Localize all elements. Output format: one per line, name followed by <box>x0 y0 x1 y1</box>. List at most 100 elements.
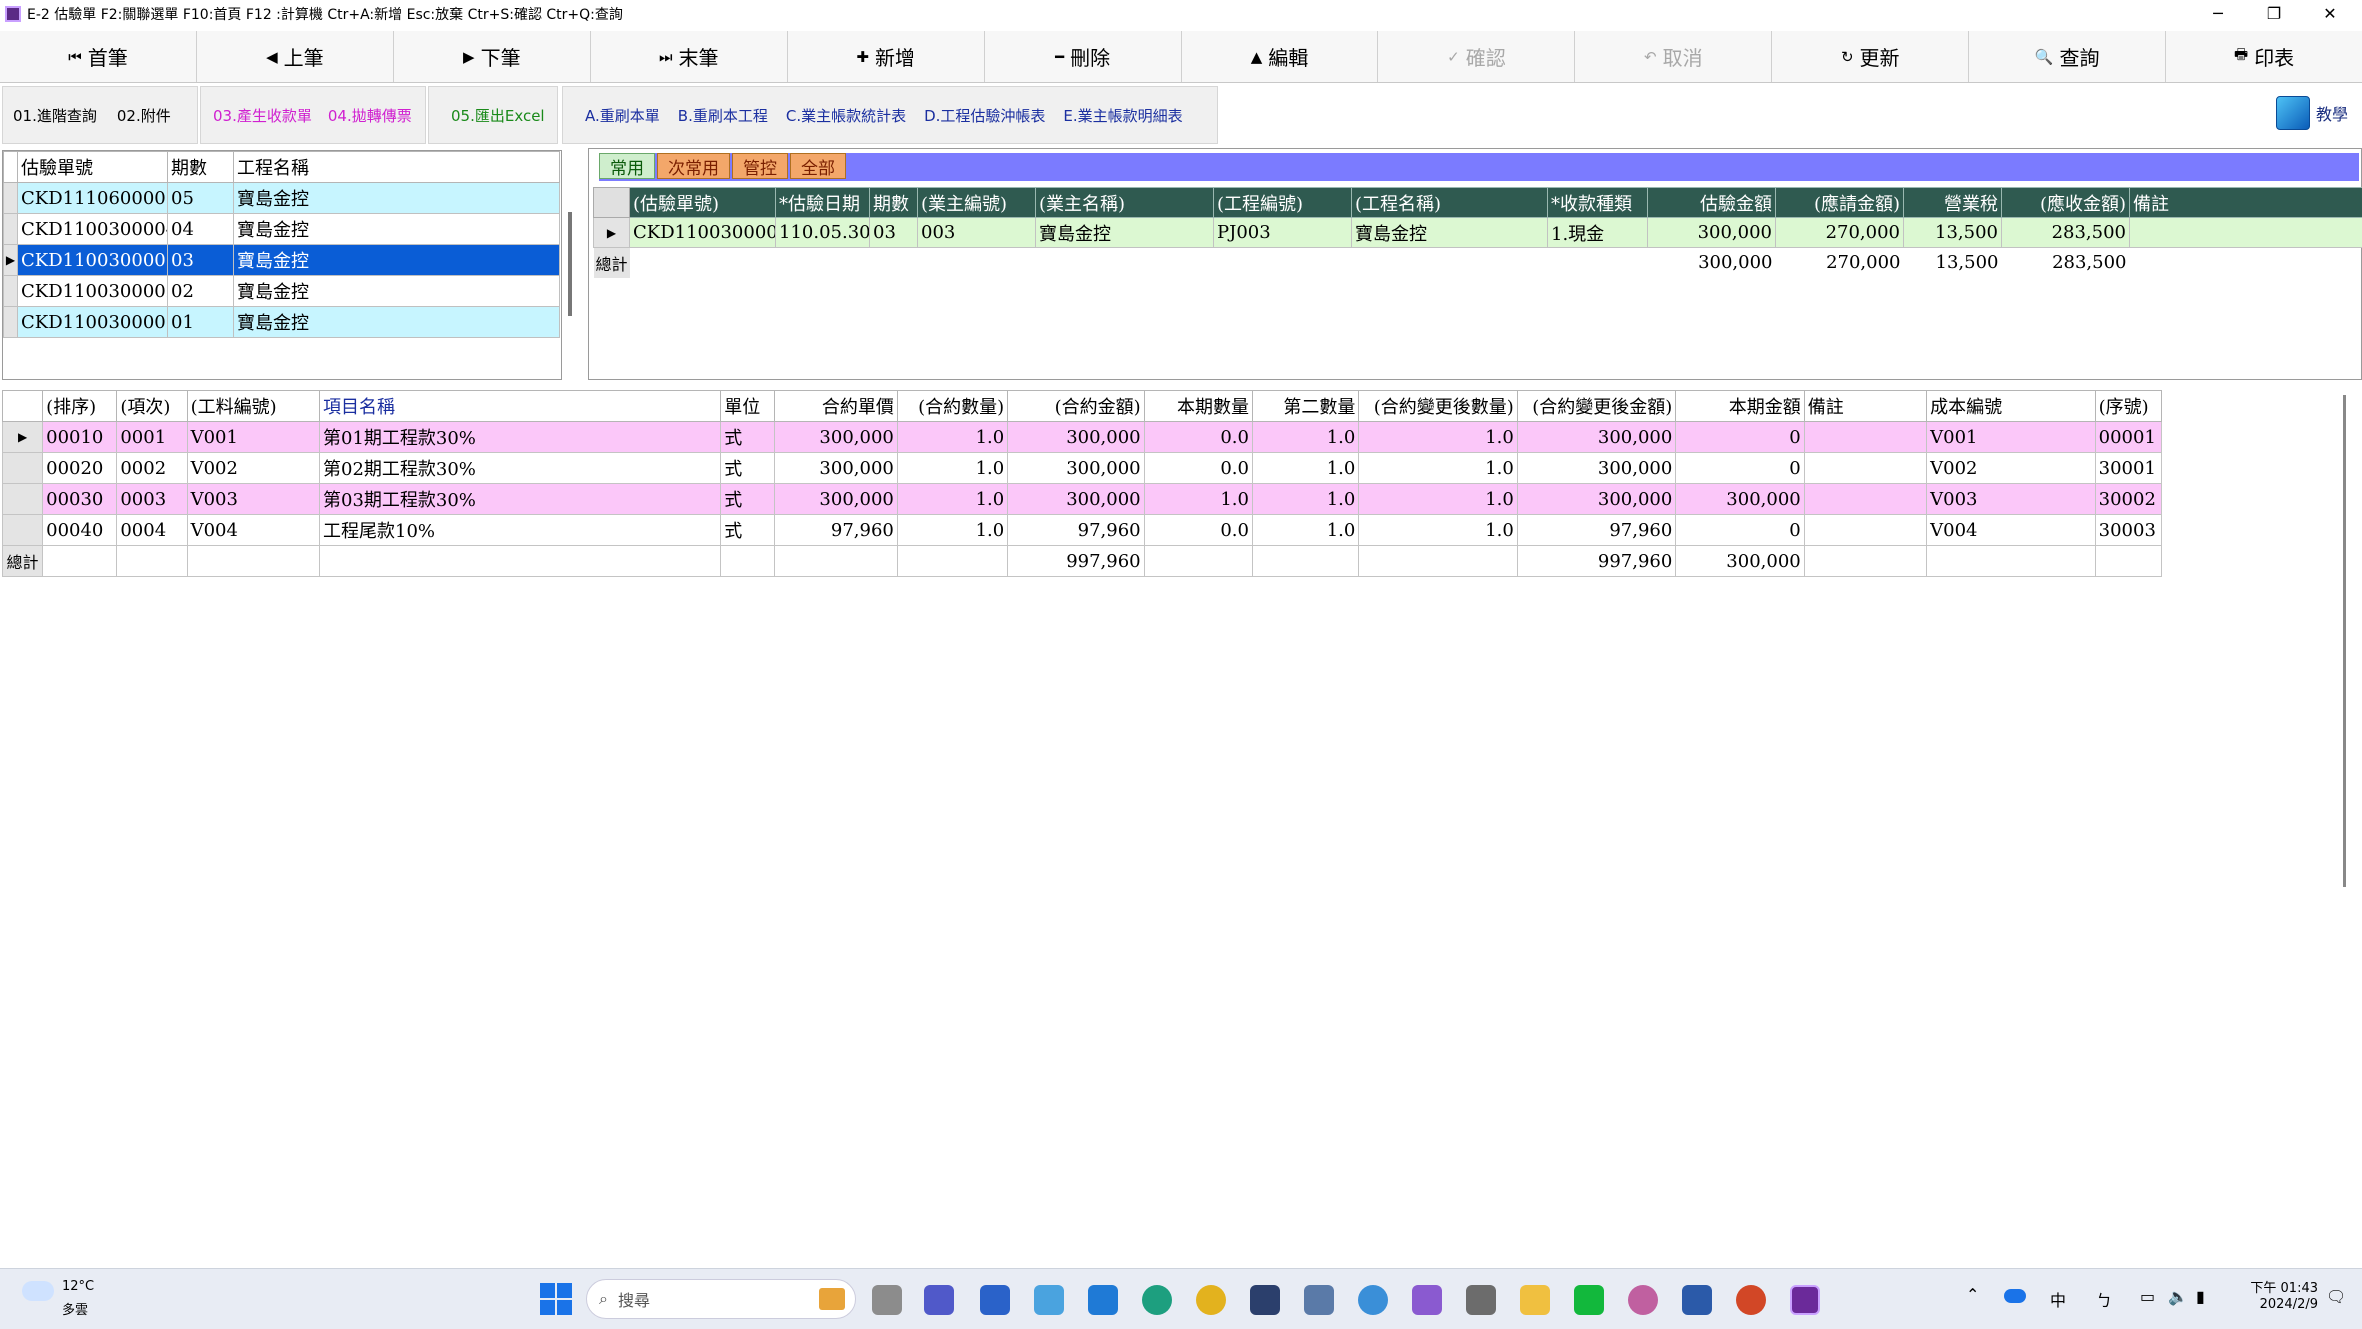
query-button[interactable]: 🔍 查詢 <box>1969 31 2167 82</box>
detail-row[interactable]: 00020 0002 V002 第02期工程款30% 式 300,000 1.0… <box>1 452 2163 484</box>
onedrive-icon[interactable] <box>2004 1289 2026 1303</box>
col-header[interactable]: 第二數量 <box>1251 390 1360 422</box>
col-header[interactable]: 本期數量 <box>1143 390 1253 422</box>
detail-row[interactable]: 00040 0004 V004 工程尾款10% 式 97,960 1.0 97,… <box>1 514 2163 546</box>
report-link-a[interactable]: A.重刷本單 <box>585 105 660 126</box>
powerpoint-icon[interactable] <box>1736 1285 1766 1315</box>
col-header-period[interactable]: 期數 <box>167 151 234 183</box>
chart-app-icon[interactable] <box>1304 1285 1334 1315</box>
col-header[interactable]: (業主名稱) <box>1035 187 1214 218</box>
col-header-project-name[interactable]: 工程名稱 <box>233 151 560 183</box>
photos-icon[interactable] <box>1034 1285 1064 1315</box>
edge-icon[interactable] <box>1142 1285 1172 1315</box>
col-header[interactable]: 期數 <box>869 187 918 218</box>
list-row[interactable]: CKD1100300001 01 寶島金控 <box>3 306 560 338</box>
clock-date[interactable]: 2024/2/9 <box>2238 1297 2318 1312</box>
col-header[interactable]: (合約數量) <box>896 390 1009 422</box>
col-header[interactable]: 項目名稱 <box>318 390 722 422</box>
detail-row[interactable]: 00030 0003 V003 第03期工程款30% 式 300,000 1.0… <box>1 483 2163 515</box>
clock-time[interactable]: 下午 01:43 <box>2238 1277 2318 1296</box>
export-excel-link[interactable]: 05.匯出Excel <box>451 105 545 126</box>
list-row[interactable]: CKD1100300004 04 寶島金控 <box>3 213 560 245</box>
post-voucher-link[interactable]: 04.拋轉傳票 <box>328 105 412 126</box>
confirm-button[interactable]: ✓ 確認 <box>1378 31 1576 82</box>
col-header[interactable]: (合約變更後數量) <box>1358 390 1518 422</box>
network-icon[interactable]: ▭ <box>2140 1287 2155 1306</box>
erp-app-icon[interactable] <box>1790 1285 1820 1315</box>
windows-start-icon[interactable] <box>540 1283 572 1315</box>
col-header[interactable]: (應請金額) <box>1775 187 1904 218</box>
word-icon[interactable] <box>1682 1285 1712 1315</box>
col-header[interactable]: 成本編號 <box>1926 390 2096 422</box>
col-header[interactable]: (業主編號) <box>917 187 1036 218</box>
col-header[interactable]: 估驗金額 <box>1647 187 1776 218</box>
col-header[interactable]: (工料編號) <box>186 390 321 422</box>
tutorial-button[interactable]: 教學 <box>2275 96 2348 130</box>
col-header[interactable]: (項次) <box>116 390 188 422</box>
ime-indicator[interactable]: 中 <box>2050 1287 2066 1311</box>
col-header[interactable]: 備註 <box>2129 187 2362 218</box>
notification-icon[interactable]: 🗨 <box>2326 1287 2346 1306</box>
globe-icon[interactable] <box>1358 1285 1388 1315</box>
chrome-icon[interactable] <box>1196 1285 1226 1315</box>
maximize-button[interactable]: ❐ <box>2246 0 2302 27</box>
report-link-b[interactable]: B.重刷本工程 <box>678 105 768 126</box>
tab-control[interactable]: 管控 <box>732 153 788 179</box>
taskview-icon[interactable] <box>872 1285 902 1315</box>
refresh-button[interactable]: ↻ 更新 <box>1772 31 1970 82</box>
col-header[interactable]: *估驗日期 <box>775 187 870 218</box>
close-button[interactable]: ✕ <box>2302 0 2358 27</box>
list-row-selected[interactable]: ▶ CKD1100300003 03 寶島金控 <box>3 244 560 276</box>
col-header[interactable]: (序號) <box>2094 390 2163 422</box>
col-header-estimate-no[interactable]: 估驗單號 <box>17 151 168 183</box>
next-record-button[interactable]: ▶ 下筆 <box>393 31 591 82</box>
app-icon-round[interactable] <box>1628 1285 1658 1315</box>
visual-studio-icon[interactable] <box>1412 1285 1442 1315</box>
col-header[interactable]: (應收金額) <box>2001 187 2130 218</box>
print-button[interactable]: 🖶 印表 <box>2166 31 2362 82</box>
last-record-button[interactable]: ⏭ 末筆 <box>590 31 788 82</box>
store-icon[interactable] <box>1088 1285 1118 1315</box>
cancel-button[interactable]: ↶ 取消 <box>1575 31 1773 82</box>
list-scrollbar[interactable] <box>568 212 572 316</box>
col-header[interactable]: (合約金額) <box>1007 390 1145 422</box>
col-header[interactable]: 備註 <box>1803 390 1928 422</box>
detail-scrollbar[interactable] <box>2343 395 2346 887</box>
col-header[interactable]: (估驗單號) <box>629 187 776 218</box>
tools-icon[interactable] <box>1466 1285 1496 1315</box>
chevron-up-icon[interactable]: ⌃ <box>1966 1285 1979 1304</box>
col-header[interactable]: (合約變更後金額) <box>1516 390 1677 422</box>
tab-secondary[interactable]: 次常用 <box>657 153 730 179</box>
col-header[interactable]: (工程編號) <box>1213 187 1352 218</box>
list-row[interactable]: CKD1100300002 02 寶島金控 <box>3 275 560 307</box>
app-icon-dark[interactable] <box>1250 1285 1280 1315</box>
tab-common[interactable]: 常用 <box>599 153 655 179</box>
header-grid-row[interactable]: ▶ CKD1100300003 110.05.30 03 003 寶島金控 PJ… <box>593 217 2362 248</box>
detail-row[interactable]: ▶ 00010 0001 V001 第01期工程款30% 式 300,000 1… <box>1 421 2163 453</box>
list-row[interactable]: CKD1110600001 05 寶島金控 <box>3 182 560 214</box>
delete-button[interactable]: ━ 刪除 <box>984 31 1182 82</box>
col-header[interactable]: 營業稅 <box>1903 187 2002 218</box>
teams-icon[interactable] <box>924 1285 954 1315</box>
advanced-query-link[interactable]: 01.進階查詢 <box>13 105 97 126</box>
col-header[interactable]: (排序) <box>42 390 118 422</box>
tab-all[interactable]: 全部 <box>790 153 846 179</box>
first-record-button[interactable]: ⏮ 首筆 <box>0 31 197 82</box>
taskbar-search[interactable]: ⌕ 搜尋 <box>586 1279 856 1319</box>
volume-icon[interactable]: 🔈 <box>2168 1287 2188 1306</box>
col-header[interactable]: 本期金額 <box>1675 390 1805 422</box>
edit-button[interactable]: ▲ 編輯 <box>1181 31 1379 82</box>
add-button[interactable]: ✚ 新增 <box>787 31 985 82</box>
report-link-e[interactable]: E.業主帳款明細表 <box>1063 105 1182 126</box>
notepad-icon[interactable] <box>980 1285 1010 1315</box>
attachment-link[interactable]: 02.附件 <box>117 105 171 126</box>
line-icon[interactable] <box>1574 1285 1604 1315</box>
minimize-button[interactable]: ─ <box>2190 0 2246 27</box>
report-link-c[interactable]: C.業主帳款統計表 <box>786 105 906 126</box>
ime-mode[interactable]: ㄅ <box>2096 1287 2112 1311</box>
col-header[interactable]: (工程名稱) <box>1351 187 1548 218</box>
col-header[interactable]: 單位 <box>720 390 776 422</box>
report-link-d[interactable]: D.工程估驗沖帳表 <box>924 105 1045 126</box>
col-header[interactable]: *收款種類 <box>1547 187 1648 218</box>
folder-icon[interactable] <box>1520 1285 1550 1315</box>
